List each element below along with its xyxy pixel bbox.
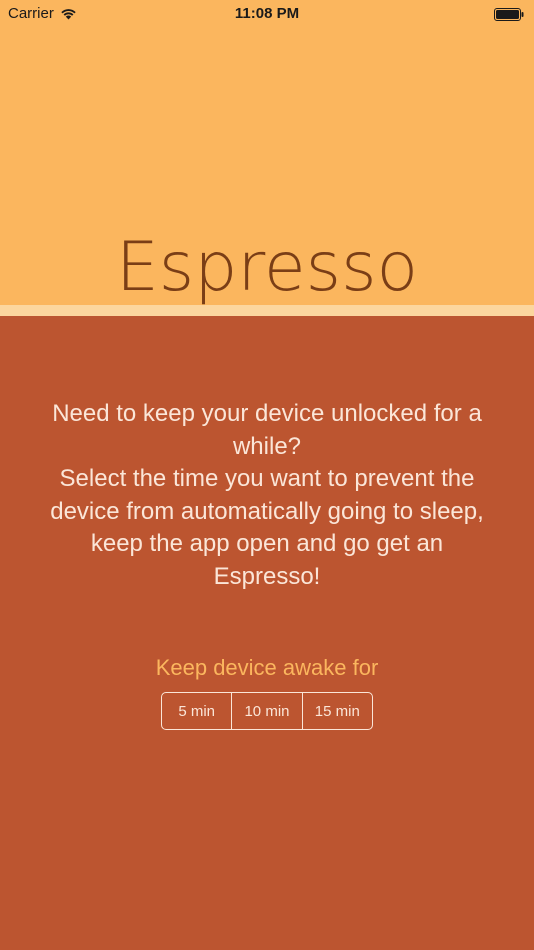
description-line: Select the time you want to prevent the (59, 465, 475, 492)
description-line: Need to keep your device unlocked for a (52, 400, 482, 427)
app-title: Espresso (115, 228, 419, 307)
description-line: device from automatically going to sleep… (50, 497, 484, 525)
description-line: keep the app open and go get an (90, 530, 444, 557)
description-line: Espresso! (213, 562, 321, 590)
description-text: Need to keep your device unlocked for a … (30, 398, 504, 593)
description-line: while? (232, 432, 302, 460)
status-time: 11:08 PM (234, 5, 300, 22)
duration-segmented-control: 5 min 10 min 15 min (161, 692, 373, 730)
duration-5-min-button[interactable]: 5 min (162, 693, 231, 729)
duration-10-min-button[interactable]: 10 min (231, 693, 301, 729)
battery-icon (494, 8, 524, 21)
status-bar: Carrier 11:08 PM (0, 0, 534, 30)
duration-15-min-button[interactable]: 15 min (301, 693, 372, 729)
keep-awake-label: Keep device awake for (155, 655, 379, 680)
